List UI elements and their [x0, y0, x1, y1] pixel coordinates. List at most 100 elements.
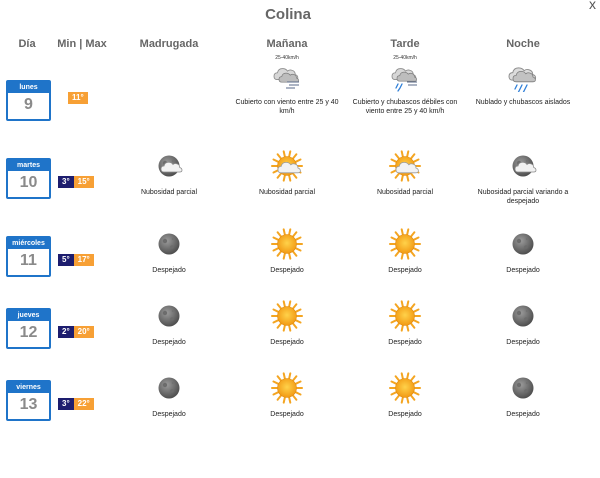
period-cell: Despejado	[228, 372, 346, 419]
period-cell: Nubosidad parcial variando a despejado	[464, 150, 582, 206]
period-cell: 25-40km/h Cubierto y chubascos débiles c…	[346, 55, 464, 116]
moon-icon	[464, 300, 582, 332]
weather-description: Cubierto y chubascos débiles con viento …	[352, 99, 458, 115]
calendar-day-icon: martes 10	[6, 158, 51, 199]
period-cell: Despejado	[346, 372, 464, 419]
moon-cloud-icon	[464, 150, 582, 182]
close-button[interactable]: x	[589, 0, 596, 11]
forecast-row: miércoles 11 5° 17° Despejado Despejado Des…	[0, 228, 586, 304]
sun-cloud-icon	[228, 150, 346, 182]
day-name: jueves	[8, 310, 49, 321]
calendar-day-icon: jueves 12	[6, 308, 51, 349]
calendar-day-icon: viernes 13	[6, 380, 51, 421]
temp-max: 20°	[73, 326, 94, 338]
temp-max: 11°	[68, 92, 88, 104]
temperature-range: 3° 22°	[58, 398, 94, 410]
moon-cloud-icon	[110, 150, 228, 182]
header-tarde: Tarde	[390, 38, 420, 50]
calendar-day-icon: miércoles 11	[6, 236, 51, 277]
page-title: Colina	[265, 6, 311, 23]
cloud-shower-icon	[464, 60, 582, 92]
forecast-row: jueves 12 2° 20° Despejado Despejado Despej…	[0, 300, 586, 376]
day-number: 13	[19, 396, 38, 413]
moon-icon	[464, 228, 582, 260]
weather-description: Despejado	[388, 267, 422, 274]
period-cell: Despejado	[346, 228, 464, 275]
weather-description: Nubosidad parcial	[258, 189, 316, 196]
period-cell: Despejado	[110, 300, 228, 347]
moon-icon	[110, 228, 228, 260]
sun-icon	[228, 228, 346, 260]
weather-description: Despejado	[152, 267, 186, 274]
sun-icon	[346, 228, 464, 260]
temp-max: 22°	[73, 398, 94, 410]
sun-icon	[228, 300, 346, 332]
forecast-row: viernes 13 3° 22° Despejado Despejado Despe…	[0, 372, 586, 448]
temp-min: 2°	[58, 326, 74, 338]
weather-description: Despejado	[388, 411, 422, 418]
sun-icon	[346, 372, 464, 404]
header-noche: Noche	[506, 38, 540, 50]
day-name: viernes	[8, 382, 49, 393]
wind-speed-label: 25-40km/h	[275, 55, 299, 61]
temperature-range: 5° 17°	[58, 254, 94, 266]
day-number: 11	[20, 252, 37, 269]
weather-description: Despejado	[270, 411, 304, 418]
period-cell: Nubosidad parcial	[228, 150, 346, 197]
day-name: miércoles	[8, 238, 49, 249]
period-cell: Nubosidad parcial	[346, 150, 464, 197]
cloud-shower-wind-icon: 25-40km/h	[346, 55, 464, 92]
period-cell: Despejado	[228, 300, 346, 347]
temperature-range: 2° 20°	[58, 326, 94, 338]
weather-description: Nublado y chubascos aislados	[475, 99, 571, 106]
period-cell: Despejado	[464, 228, 582, 275]
sun-cloud-icon	[346, 150, 464, 182]
header-madrugada: Madrugada	[139, 38, 199, 50]
period-cell: Nubosidad parcial	[110, 150, 228, 197]
calendar-day-icon: lunes 9	[6, 80, 51, 121]
period-cell: Despejado	[110, 228, 228, 275]
temp-max: 15°	[73, 176, 94, 188]
weather-description: Despejado	[270, 267, 304, 274]
moon-icon	[110, 372, 228, 404]
weather-description: Nubosidad parcial variando a despejado	[477, 189, 569, 205]
weather-description: Despejado	[152, 411, 186, 418]
day-name: lunes	[8, 82, 49, 93]
forecast-row: martes 10 3° 15° Nubosidad parcial Nubosida…	[0, 150, 586, 226]
temperature-range: 3° 15°	[58, 176, 94, 188]
weather-description: Nubosidad parcial	[140, 189, 198, 196]
weather-description: Cubierto con viento entre 25 y 40 km/h	[235, 99, 339, 115]
weather-description: Despejado	[506, 267, 540, 274]
weather-description: Despejado	[270, 339, 304, 346]
moon-icon	[464, 372, 582, 404]
period-cell: Despejado	[228, 228, 346, 275]
header-dia: Día	[18, 38, 36, 50]
day-name: martes	[8, 160, 49, 171]
wind-speed-label: 25-40km/h	[393, 55, 417, 61]
period-cell: Despejado	[464, 300, 582, 347]
temp-min: 5°	[58, 254, 74, 266]
weather-description: Despejado	[506, 411, 540, 418]
day-number: 9	[24, 96, 33, 113]
temp-min: 3°	[58, 398, 74, 410]
weather-description: Despejado	[506, 339, 540, 346]
weather-description: Despejado	[388, 339, 422, 346]
period-cell: Despejado	[464, 372, 582, 419]
forecast-row: lunes 9 11° 25-40km/h Cubierto con viento e…	[0, 55, 586, 148]
cloud-wind-icon: 25-40km/h	[228, 55, 346, 92]
period-cell: Despejado	[346, 300, 464, 347]
day-number: 10	[19, 174, 38, 191]
temp-max: 17°	[73, 254, 94, 266]
header-manana: Mañana	[266, 38, 308, 50]
day-number: 12	[19, 324, 38, 341]
weather-description: Despejado	[152, 339, 186, 346]
temp-min: 3°	[58, 176, 74, 188]
header-minmax: Min | Max	[57, 38, 107, 50]
sun-icon	[228, 372, 346, 404]
moon-icon	[110, 300, 228, 332]
period-cell: Nublado y chubascos aislados	[464, 60, 582, 107]
period-cell: 25-40km/h Cubierto con viento entre 25 y…	[228, 55, 346, 116]
sun-icon	[346, 300, 464, 332]
temperature-range: 11°	[68, 92, 88, 104]
weather-description: Nubosidad parcial	[376, 189, 434, 196]
